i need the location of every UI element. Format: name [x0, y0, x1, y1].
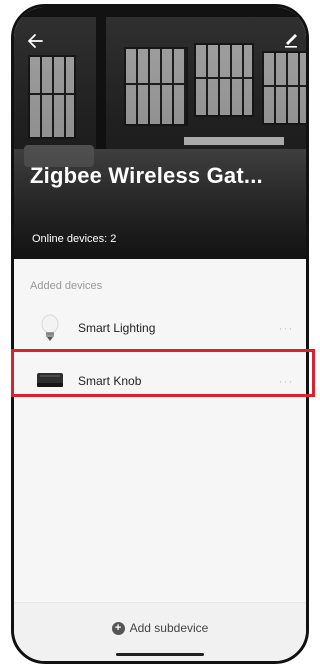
home-indicator	[116, 653, 204, 656]
device-name: Smart Knob	[78, 374, 142, 388]
bottom-action-bar: + Add subdevice	[14, 602, 306, 661]
gateway-title: Zigbee Wireless Gat...	[30, 163, 263, 188]
light-bulb-icon	[32, 313, 68, 343]
device-name: Smart Lighting	[78, 321, 156, 335]
added-devices-label: Added devices	[30, 280, 103, 292]
online-devices-count: Online devices: 2	[32, 233, 117, 245]
device-row-smart-lighting[interactable]: Smart Lighting ···	[14, 306, 306, 350]
plus-circle-icon: +	[111, 621, 125, 635]
add-subdevice-label: Add subdevice	[129, 621, 209, 635]
more-options-icon[interactable]: ···	[274, 321, 298, 335]
add-subdevice-button[interactable]: + Add subdevice	[14, 621, 306, 635]
phone-frame: Zigbee Wireless Gat... Online devices: 2…	[11, 4, 309, 664]
edit-pencil-icon[interactable]	[282, 29, 300, 49]
back-arrow-icon[interactable]	[26, 31, 46, 51]
more-options-icon[interactable]: ···	[274, 374, 298, 388]
knob-device-icon	[32, 366, 68, 396]
image-overlay	[14, 7, 306, 259]
device-row-smart-knob[interactable]: Smart Knob ···	[14, 359, 306, 403]
gateway-header-image: Zigbee Wireless Gat... Online devices: 2	[14, 7, 306, 259]
